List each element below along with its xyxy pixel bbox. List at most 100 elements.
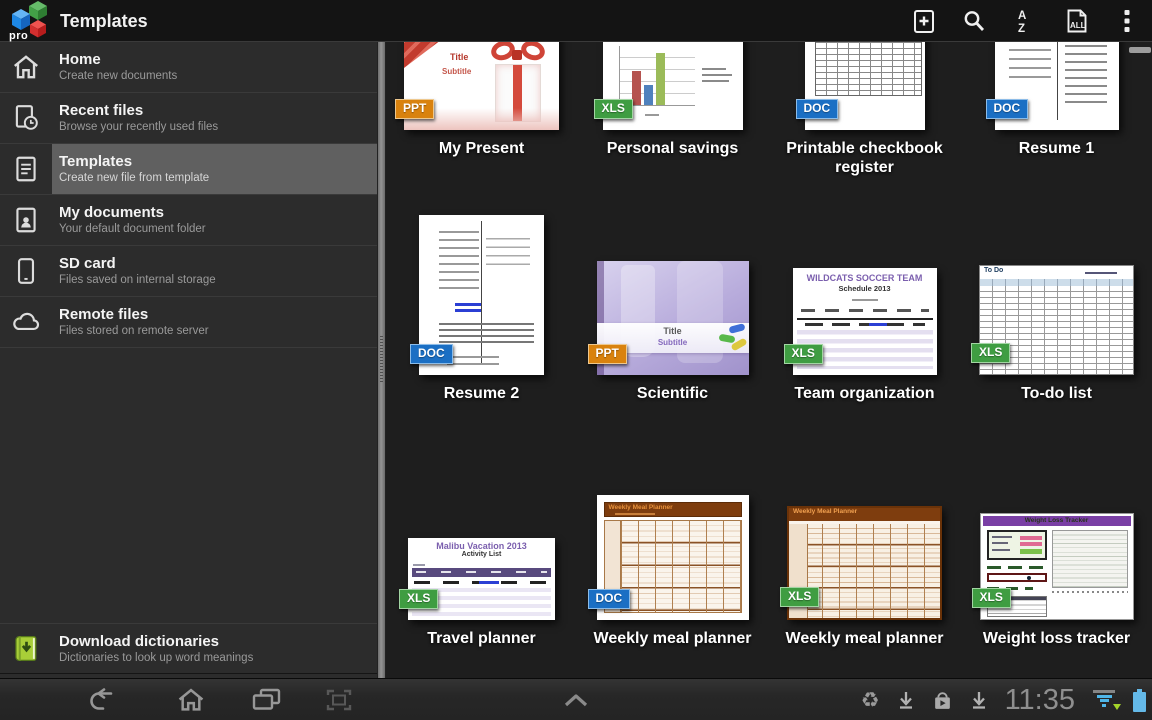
- status-tray[interactable]: ♻ 11:35: [861, 679, 1146, 720]
- sidebar-item-title: Remote files: [59, 306, 377, 324]
- thumb-subtitle-text: Schedule 2013: [793, 284, 937, 293]
- thumb-title-text: Weekly Meal Planner: [793, 508, 857, 515]
- sidebar: HomeCreate new documents Recent filesBro…: [0, 42, 377, 678]
- file-type-badge: DOC: [796, 99, 839, 119]
- recent-files-icon: [11, 103, 41, 133]
- filter-all-icon: ALL: [1064, 7, 1090, 35]
- template-item-travel-planner[interactable]: Malibu Vacation 2013 Activity List XLS T…: [386, 387, 577, 678]
- templates-grid: Title Subtitle PPT My Present: [386, 42, 1152, 678]
- thumb-subtitle-text: Subtitle: [442, 67, 471, 76]
- dictionary-book-icon: [13, 634, 40, 663]
- my-documents-icon: [11, 205, 41, 235]
- play-store-icon: [932, 690, 953, 711]
- sidebar-item-recent-files[interactable]: Recent filesBrowse your recently used fi…: [0, 93, 377, 144]
- file-type-badge: PPT: [395, 99, 434, 119]
- officesuite-pro-logo[interactable]: pro: [8, 0, 54, 42]
- system-navigation-bar: ♻ 11:35: [0, 678, 1152, 720]
- search-icon: [961, 7, 987, 35]
- template-thumbnail: DOC: [805, 42, 925, 130]
- sidebar-item-subtitle: Files stored on remote server: [59, 324, 377, 338]
- home-icon: [176, 687, 206, 713]
- sidebar-item-title: Download dictionaries: [59, 633, 377, 651]
- sort-az-icon: A Z: [1012, 7, 1036, 35]
- recent-apps-button[interactable]: [237, 679, 295, 720]
- template-thumbnail: WILDCATS SOCCER TEAM Schedule 2013 XLS: [793, 268, 937, 375]
- template-name: Travel planner: [386, 629, 583, 648]
- thumb-title-text: Title: [450, 52, 468, 62]
- page-title: Templates: [60, 0, 148, 42]
- sidebar-item-home[interactable]: HomeCreate new documents: [0, 42, 377, 93]
- recent-apps-icon: [250, 687, 282, 713]
- svg-text:ALL: ALL: [1070, 21, 1086, 30]
- bar-chart-graphic: [619, 46, 695, 106]
- new-document-button[interactable]: [901, 0, 947, 42]
- divider-grip-icon: [380, 336, 383, 384]
- template-thumbnail: Title Subtitle PPT: [404, 42, 559, 130]
- sort-button[interactable]: A Z: [1001, 0, 1047, 42]
- wifi-signal-icon: [1092, 690, 1116, 710]
- sidebar-item-templates[interactable]: TemplatesCreate new file from template: [0, 144, 377, 195]
- overflow-menu-button[interactable]: [1104, 0, 1150, 42]
- sidebar-item-subtitle: Create new documents: [59, 69, 377, 83]
- sidebar-item-subtitle: Files saved on internal storage: [59, 273, 377, 287]
- main-area: HomeCreate new documents Recent filesBro…: [0, 42, 1152, 678]
- templates-icon: [11, 154, 41, 184]
- template-item-weekly-meal-planner-doc[interactable]: Weekly Meal Planner DOC Weekly meal plan…: [577, 387, 768, 678]
- thumb-title-text: Weekly Meal Planner: [609, 504, 673, 511]
- file-type-badge: XLS: [971, 343, 1010, 363]
- template-name: Weekly meal planner: [763, 629, 966, 648]
- sidebar-item-title: Home: [59, 51, 377, 69]
- sidebar-item-subtitle: Your default document folder: [59, 222, 377, 236]
- home-icon: [11, 52, 41, 82]
- file-type-badge: XLS: [780, 587, 819, 607]
- network-activity-arrow-icon: [1113, 704, 1121, 710]
- thumb-title-text: To Do: [984, 267, 1003, 274]
- template-thumbnail: Title Subtitle PPT: [597, 261, 749, 375]
- sidebar-item-title: Recent files: [59, 102, 377, 120]
- template-name: Weight loss tracker: [955, 629, 1152, 648]
- sidebar-item-subtitle: Dictionaries to look up word meanings: [59, 651, 377, 665]
- app-window: pro Templates A Z ALL: [0, 0, 1152, 720]
- screenshot-icon: [323, 687, 355, 713]
- template-thumbnail: DOC: [995, 42, 1119, 130]
- pane-divider-handle[interactable]: [377, 42, 386, 678]
- file-type-badge: XLS: [972, 588, 1011, 608]
- download-icon: [970, 690, 988, 710]
- sidebar-item-download-dictionaries[interactable]: Download dictionariesDictionaries to loo…: [0, 623, 377, 674]
- template-item-weight-loss-tracker[interactable]: Weight Loss Tracker XLS Weight loss trac…: [961, 387, 1152, 678]
- back-button[interactable]: [72, 679, 130, 720]
- screenshot-button[interactable]: [310, 679, 368, 720]
- sidebar-item-remote-files[interactable]: Remote filesFiles stored on remote serve…: [0, 297, 377, 348]
- template-thumbnail: DOC: [419, 215, 544, 375]
- template-item-weekly-meal-planner-xls[interactable]: Weekly Meal Planner XLS Weekly meal plan…: [769, 387, 960, 678]
- sidebar-item-my-documents[interactable]: My documentsYour default document folder: [0, 195, 377, 246]
- back-icon: [86, 687, 116, 713]
- sidebar-item-sd-card[interactable]: SD cardFiles saved on internal storage: [0, 246, 377, 297]
- overflow-menu-icon: [1117, 6, 1137, 36]
- template-name: Weekly meal planner: [571, 629, 774, 648]
- home-button[interactable]: [162, 679, 220, 720]
- chart-graphic: [1052, 530, 1128, 588]
- svg-text:A: A: [1018, 10, 1026, 22]
- template-thumbnail: XLS: [603, 42, 743, 130]
- sidebar-item-title: SD card: [59, 255, 377, 273]
- sidebar-item-title: My documents: [59, 204, 377, 222]
- template-thumbnail: Weekly Meal Planner XLS: [787, 506, 942, 620]
- expand-notifications-button[interactable]: [547, 679, 605, 720]
- sd-card-icon: [11, 256, 41, 286]
- template-thumbnail: Weight Loss Tracker XLS: [980, 513, 1134, 620]
- sidebar-item-subtitle: Create new file from template: [59, 171, 377, 185]
- search-button[interactable]: [951, 0, 997, 42]
- svg-text:Z: Z: [1018, 23, 1025, 35]
- new-document-icon: [911, 7, 937, 35]
- thumb-title-text: Weight Loss Tracker: [983, 516, 1131, 526]
- filter-all-button[interactable]: ALL: [1054, 0, 1100, 42]
- action-bar: pro Templates A Z ALL: [0, 0, 1152, 42]
- battery-icon: [1133, 689, 1146, 712]
- logo-pro-text: pro: [9, 30, 28, 42]
- sidebar-item-title: Templates: [59, 153, 377, 171]
- template-thumbnail: Weekly Meal Planner DOC: [597, 495, 749, 620]
- file-type-badge: XLS: [399, 589, 438, 609]
- file-type-badge: PPT: [588, 344, 627, 364]
- sync-icon: ♻: [861, 690, 880, 711]
